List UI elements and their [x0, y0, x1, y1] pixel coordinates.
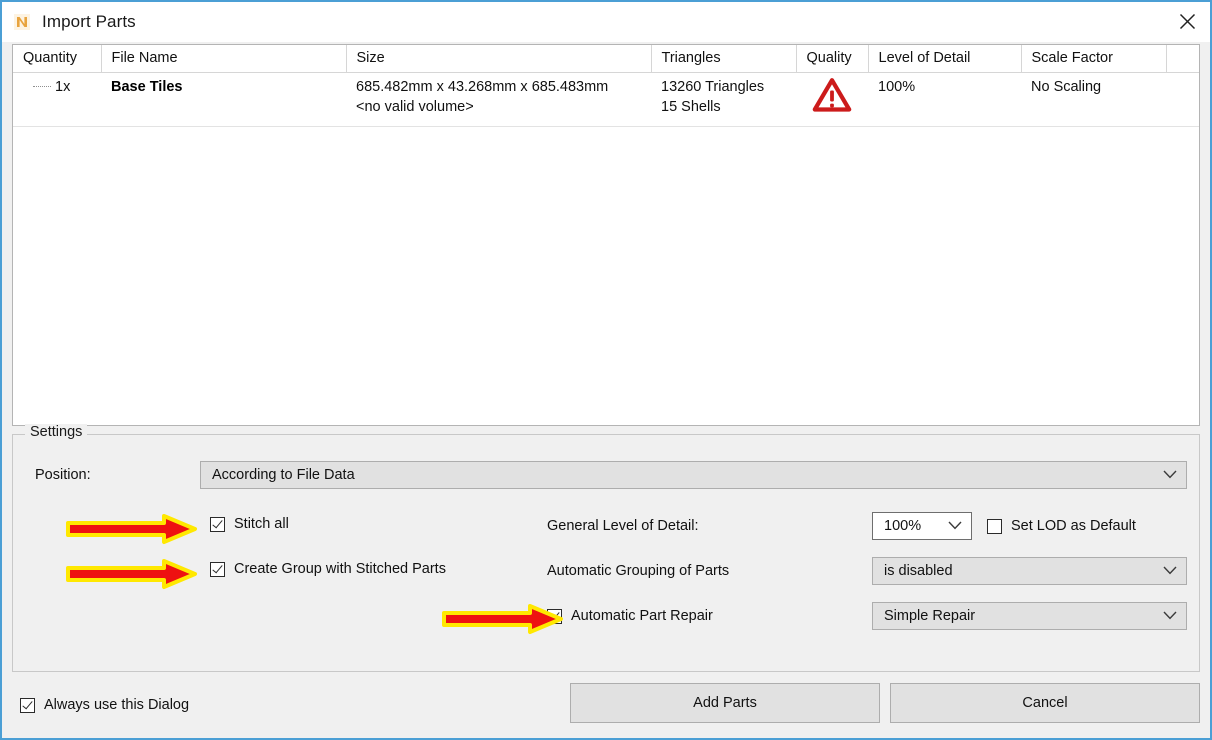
auto-grouping-select[interactable]: is disabled: [872, 557, 1187, 585]
auto-repair-label-group: Automatic Part Repair: [547, 608, 872, 624]
settings-left-column: Stitch all Create Group with Stitched Pa…: [25, 511, 547, 646]
set-lod-as-default-label: Set LOD as Default: [1011, 518, 1136, 534]
auto-repair-value: Simple Repair: [884, 608, 976, 624]
shell-count: 15 Shells: [661, 99, 721, 115]
cancel-button[interactable]: Cancel: [890, 683, 1200, 723]
set-lod-as-default-checkbox[interactable]: [987, 518, 1002, 534]
chevron-down-icon: [1163, 608, 1177, 624]
always-use-this-dialog-checkbox[interactable]: [20, 697, 35, 713]
title-bar: Import Parts: [2, 2, 1210, 42]
auto-grouping-label: Automatic Grouping of Parts: [547, 563, 730, 579]
chevron-down-icon: [948, 518, 962, 534]
cell-quality: [796, 72, 868, 127]
table-header-row: Quantity File Name Size Triangles Qualit…: [13, 45, 1199, 73]
create-group-row: Create Group with Stitched Parts: [210, 556, 547, 582]
column-header-triangles[interactable]: Triangles: [651, 45, 797, 73]
warning-triangle-icon: [812, 77, 868, 119]
stitch-all-label: Stitch all: [234, 516, 289, 532]
table-row[interactable]: 1x Base Tiles 685.482mm x 43.268mm x 685…: [13, 72, 1199, 127]
add-parts-button[interactable]: Add Parts: [570, 683, 880, 723]
column-header-file-name[interactable]: File Name: [101, 45, 347, 73]
cell-quantity: 1x: [13, 72, 101, 127]
close-button[interactable]: [1164, 2, 1210, 40]
page-title: Import Parts: [42, 12, 136, 31]
size-dimensions: 685.482mm x 43.268mm x 685.483mm: [356, 79, 609, 95]
column-header-scale-factor[interactable]: Scale Factor: [1021, 45, 1167, 73]
settings-group: Settings Position: According to File Dat…: [12, 424, 1200, 672]
triangle-count: 13260 Triangles: [661, 79, 765, 95]
stitch-all-row: Stitch all: [210, 511, 547, 537]
file-name-value: Base Tiles: [111, 79, 183, 95]
column-header-quality[interactable]: Quality: [796, 45, 869, 73]
column-header-spacer: [1166, 45, 1199, 73]
settings-legend: Settings: [25, 424, 88, 440]
auto-grouping-row: Automatic Grouping of Parts is disabled: [547, 556, 1187, 586]
tree-connector-icon: [33, 86, 51, 87]
parts-table: Quantity File Name Size Triangles Qualit…: [13, 45, 1199, 127]
size-volume-note: <no valid volume>: [356, 99, 474, 115]
general-lod-select[interactable]: 100%: [872, 512, 972, 540]
automatic-part-repair-checkbox[interactable]: [547, 608, 562, 624]
chevron-down-icon: [1163, 467, 1177, 483]
position-select-value: According to File Data: [212, 467, 355, 483]
always-use-this-dialog-label: Always use this Dialog: [44, 697, 190, 713]
column-header-size[interactable]: Size: [346, 45, 652, 73]
cell-file-name: Base Tiles: [101, 72, 346, 127]
netfabb-n-icon: [12, 12, 32, 32]
auto-grouping-value: is disabled: [884, 563, 953, 579]
general-lod-row: General Level of Detail: 100% Set LOD as…: [547, 511, 1187, 541]
column-header-quantity[interactable]: Quantity: [13, 45, 102, 73]
settings-right-column: General Level of Detail: 100% Set LOD as…: [547, 511, 1187, 646]
set-lod-default-row: Set LOD as Default: [987, 518, 1136, 534]
cell-size: 685.482mm x 43.268mm x 685.483mm <no val…: [346, 72, 651, 127]
create-group-label: Create Group with Stitched Parts: [234, 561, 446, 577]
stitch-all-checkbox[interactable]: [210, 516, 225, 532]
position-row: Position: According to File Data: [25, 461, 1187, 489]
parts-table-container[interactable]: Quantity File Name Size Triangles Qualit…: [12, 44, 1200, 426]
general-lod-label: General Level of Detail:: [547, 518, 699, 534]
close-icon: [1179, 13, 1196, 30]
cell-level-of-detail: 100%: [868, 72, 1021, 127]
auto-repair-select[interactable]: Simple Repair: [872, 602, 1187, 630]
dialog-footer: Always use this Dialog Add Parts Cancel: [2, 672, 1210, 738]
quantity-value: 1x: [55, 79, 71, 95]
create-group-checkbox[interactable]: [210, 561, 225, 577]
always-use-dialog-row: Always use this Dialog: [20, 697, 189, 713]
cell-spacer: [1166, 72, 1199, 127]
general-lod-value: 100%: [884, 518, 922, 534]
position-select[interactable]: According to File Data: [200, 461, 1187, 489]
column-header-level-of-detail[interactable]: Level of Detail: [868, 45, 1022, 73]
auto-repair-row: Automatic Part Repair Simple Repair: [547, 601, 1187, 631]
automatic-part-repair-label: Automatic Part Repair: [571, 608, 713, 624]
chevron-down-icon: [1163, 563, 1177, 579]
cell-scale-factor: No Scaling: [1021, 72, 1166, 127]
position-label: Position:: [35, 467, 91, 483]
import-parts-dialog: Import Parts Quantity File Name Size Tri…: [0, 0, 1212, 740]
cell-triangles: 13260 Triangles 15 Shells: [651, 72, 796, 127]
